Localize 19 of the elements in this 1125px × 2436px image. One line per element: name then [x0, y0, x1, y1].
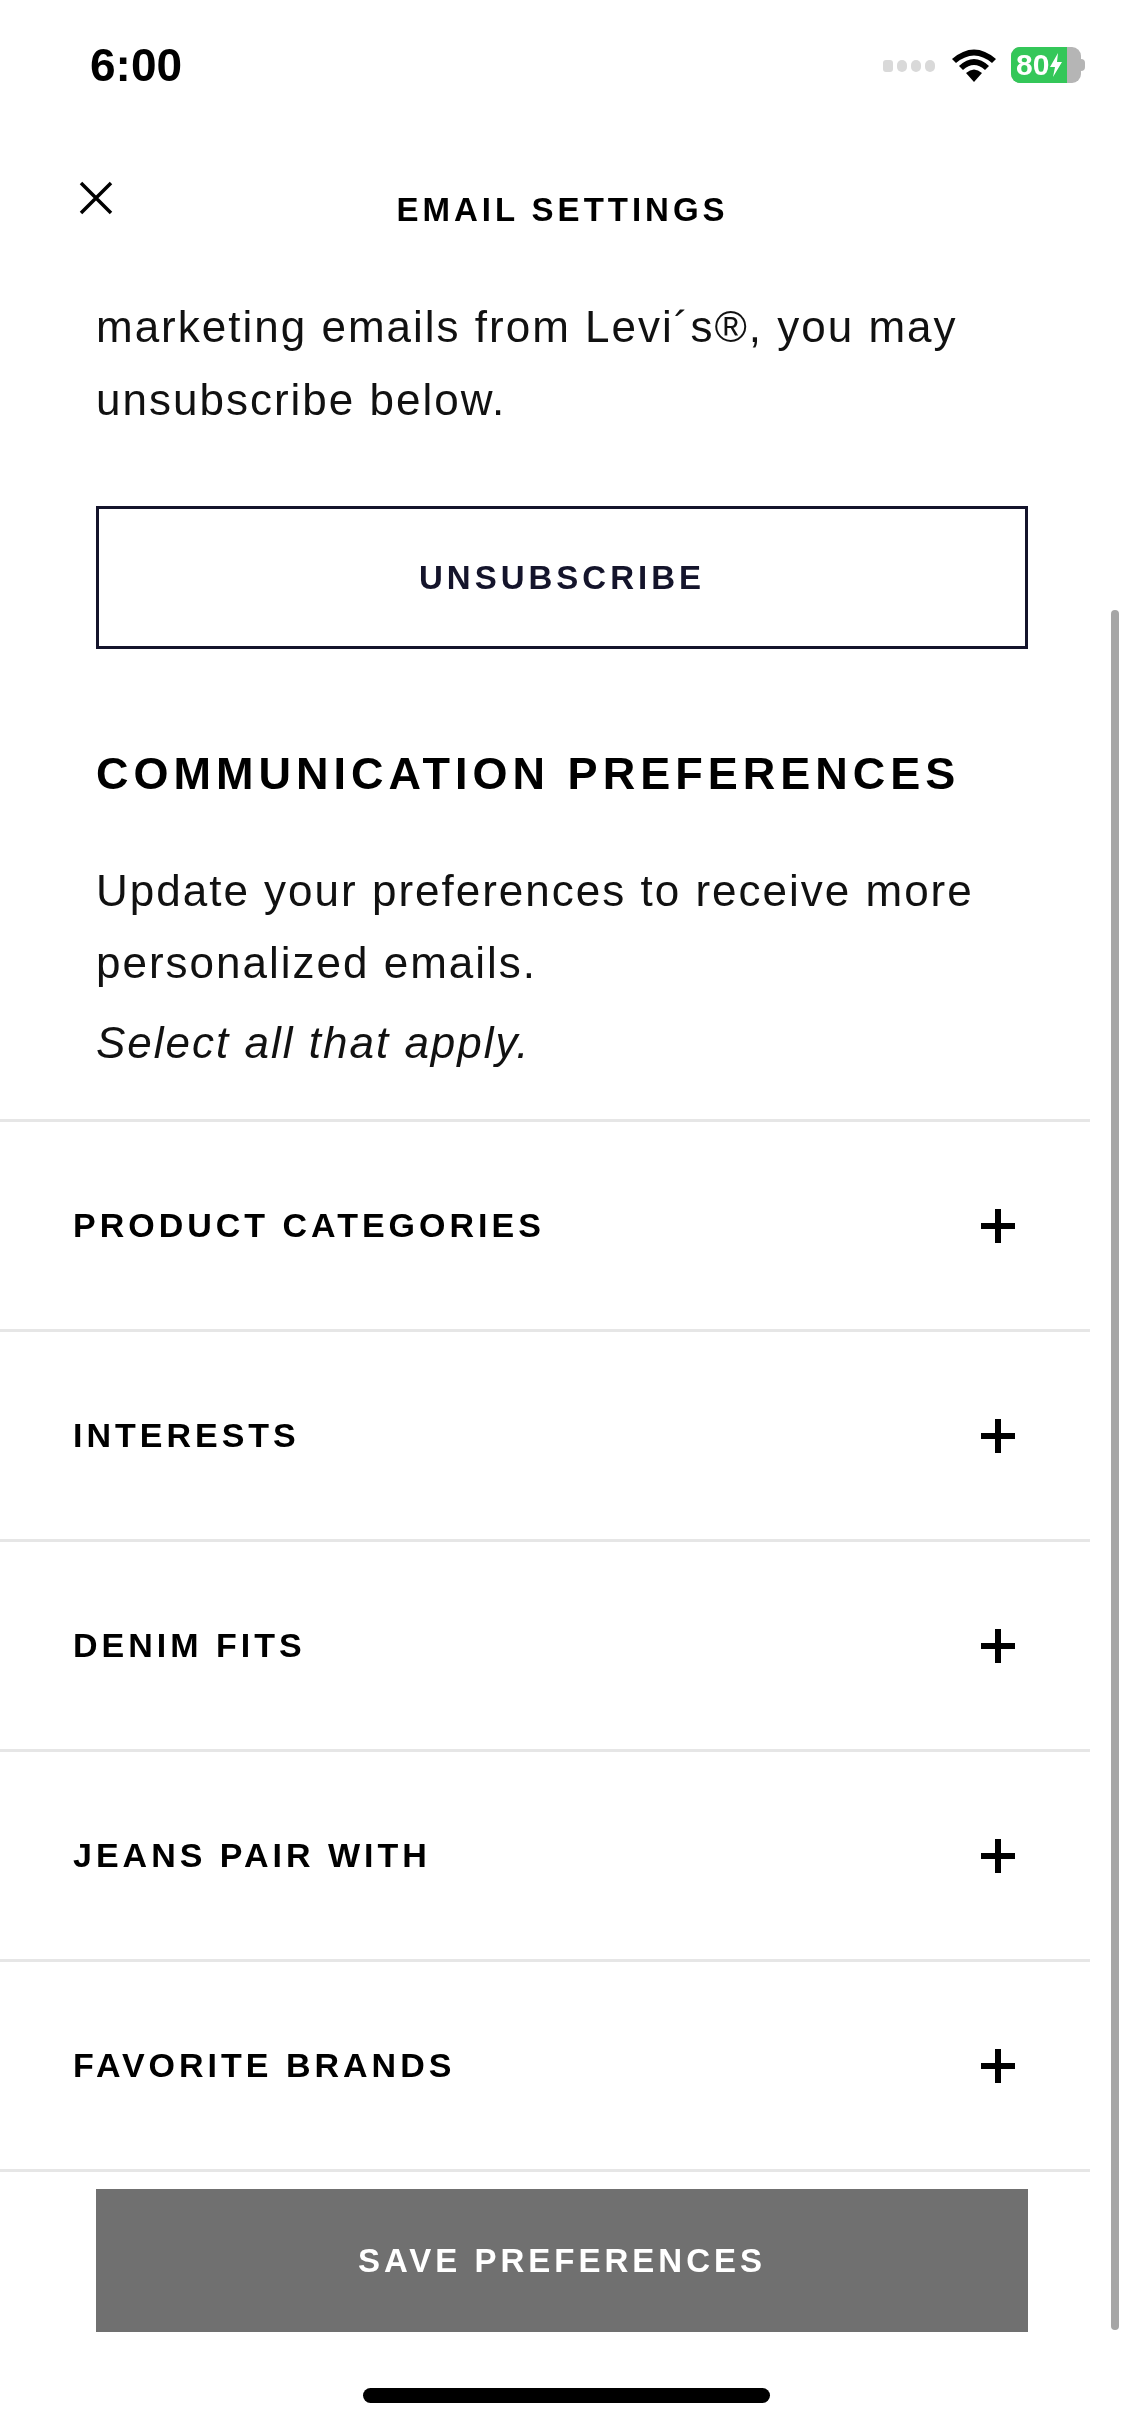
description-text: Update your preferences to receive more personalized emails.	[96, 865, 975, 989]
accordion-label: FAVORITE BRANDS	[73, 2045, 456, 2086]
accordion-row[interactable]: INTERESTS	[0, 1332, 1090, 1542]
screen-title: EMAIL SETTINGS	[396, 190, 729, 231]
accordion-label: DENIM FITS	[73, 1625, 306, 1666]
hint-text: Select all that apply.	[96, 1017, 532, 1069]
accordion-row[interactable]: PRODUCT CATEGORIES	[0, 1122, 1090, 1332]
accordion-row[interactable]: JEANS PAIR WITH	[0, 1752, 1090, 1962]
wifi-icon	[951, 48, 997, 82]
status-time: 6:00	[90, 37, 183, 93]
accordion-label: JEANS PAIR WITH	[73, 1835, 431, 1876]
intro-text: marketing emails from Levi´s®, you may unsubscribe below.	[96, 301, 959, 426]
unsubscribe-button[interactable]: UNSUBSCRIBE	[96, 506, 1028, 649]
accordion-label: PRODUCT CATEGORIES	[73, 1205, 545, 1246]
section-heading: COMMUNICATION PREFERENCES	[96, 747, 962, 801]
accordion-label: INTERESTS	[73, 1415, 300, 1456]
accordion-row[interactable]: FAVORITE BRANDS	[0, 1962, 1090, 2172]
close-icon	[79, 181, 113, 215]
accordion-row[interactable]: DENIM FITS	[0, 1542, 1090, 1752]
